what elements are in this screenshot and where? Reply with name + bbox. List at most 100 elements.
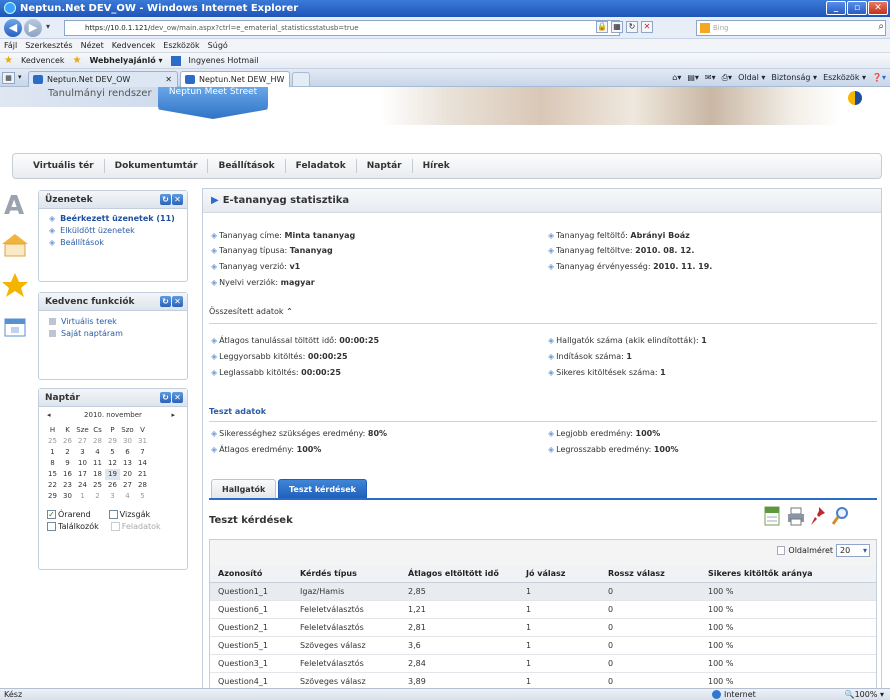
table-row[interactable]: Question3_1 Feleletválasztós 2,84 1 0 10… — [210, 654, 876, 673]
calendar-day[interactable]: 7 — [135, 447, 150, 458]
excel-export-icon[interactable] — [763, 505, 781, 527]
calendar-day[interactable]: 1 — [75, 491, 90, 502]
calendar-day[interactable]: 2 — [90, 491, 105, 502]
calendar-day[interactable]: 4 — [90, 447, 105, 458]
forward-button[interactable]: ▶ — [24, 19, 42, 37]
table-row[interactable]: Question2_1 Feleletválasztós 2,81 1 0 10… — [210, 618, 876, 637]
close-box-icon[interactable]: ✕ — [172, 392, 183, 403]
calendar-day[interactable]: 3 — [75, 447, 90, 458]
calendar-day[interactable]: 1 — [45, 447, 60, 458]
calendar-day[interactable]: 26 — [60, 436, 75, 447]
refresh-box-icon[interactable]: ↻ — [160, 392, 171, 403]
meetings-checkbox[interactable]: Találkozók — [47, 522, 99, 531]
tasks-checkbox[interactable]: Feladatok — [110, 522, 161, 531]
next-month-icon[interactable]: ▸ — [171, 411, 175, 419]
my-calendar-link[interactable]: Saját naptáram — [39, 326, 187, 338]
exams-checkbox[interactable]: Vizsgák — [108, 510, 150, 519]
calendar-day[interactable]: 4 — [120, 491, 135, 502]
menu-file[interactable]: Fájl — [4, 39, 17, 52]
add-favorite-icon[interactable]: ★ — [73, 53, 82, 69]
table-row[interactable]: Question6_1 Feleletválasztós 1,21 1 0 10… — [210, 600, 876, 619]
menu-edit[interactable]: Szerkesztés — [25, 39, 72, 52]
summary-section-toggle[interactable]: Összesített adatok ⌃ — [209, 307, 293, 316]
new-tab-button[interactable] — [292, 72, 310, 86]
compat-view-icon[interactable]: ▦ — [611, 21, 623, 33]
pin-icon[interactable] — [809, 505, 827, 527]
column-header-wrong[interactable]: Rossz válasz — [600, 566, 700, 583]
calendar-day[interactable]: 16 — [60, 469, 75, 480]
nav-virtual-space[interactable]: Virtuális tér — [23, 159, 105, 173]
home-page-icon[interactable] — [0, 232, 30, 257]
column-header-correct[interactable]: Jó válasz — [518, 566, 600, 583]
page-size-select[interactable]: 20 — [836, 544, 870, 557]
calendar-day-today[interactable]: 19 — [105, 469, 120, 480]
tab-test-questions[interactable]: Teszt kérdések — [278, 479, 367, 499]
search-zoom-icon[interactable] — [831, 505, 849, 527]
calendar-day[interactable]: 21 — [135, 469, 150, 480]
calendar-day[interactable]: 10 — [75, 458, 90, 469]
column-header-id[interactable]: Azonosító — [210, 566, 292, 583]
calendar-day[interactable]: 8 — [45, 458, 60, 469]
calendar-day[interactable]: 24 — [75, 480, 90, 491]
close-box-icon[interactable]: ✕ — [172, 296, 183, 307]
font-size-icon[interactable]: A — [0, 190, 30, 221]
column-header-type[interactable]: Kérdés típus — [292, 566, 400, 583]
calendar-day[interactable]: 17 — [75, 469, 90, 480]
sent-link[interactable]: ◈ Elküldött üzenetek — [39, 223, 187, 235]
calendar-day[interactable]: 23 — [60, 480, 75, 491]
print-icon[interactable]: ⎙▾ — [722, 71, 732, 85]
maximize-button[interactable]: ▫ — [847, 1, 867, 15]
help-icon[interactable]: ❓▾ — [872, 71, 886, 85]
fav-hotmail[interactable]: Ingyenes Hotmail — [189, 53, 259, 69]
calendar-day[interactable]: 30 — [120, 436, 135, 447]
table-row[interactable]: Question5_1 Szöveges válasz 3,6 1 0 100 … — [210, 636, 876, 655]
cmd-safety[interactable]: Biztonság ▾ — [771, 71, 817, 85]
stop-icon[interactable]: ✕ — [641, 21, 653, 33]
mail-icon[interactable]: ✉▾ — [705, 71, 716, 85]
calendar-day[interactable]: 28 — [135, 480, 150, 491]
meet-street-button[interactable]: Neptun Meet Street — [158, 87, 268, 119]
calendar-day[interactable]: 27 — [120, 480, 135, 491]
virtual-spaces-link[interactable]: Virtuális terek — [39, 311, 187, 326]
back-button[interactable]: ◀ — [4, 19, 22, 37]
calendar-day[interactable]: 11 — [90, 458, 105, 469]
menu-help[interactable]: Súgó — [208, 39, 228, 52]
message-settings-link[interactable]: ◈ Beállítások — [39, 235, 187, 247]
refresh-box-icon[interactable]: ↻ — [160, 296, 171, 307]
fav-webslice-gallery[interactable]: Webhelyajánló ▾ — [89, 53, 162, 69]
calendar-day[interactable]: 25 — [45, 436, 60, 447]
timetable-checkbox[interactable]: ✓ Órarend — [47, 510, 91, 519]
column-header-avg-time[interactable]: Átlagos eltöltött idő — [400, 566, 518, 583]
calendar-day[interactable]: 28 — [90, 436, 105, 447]
browser-tab-dev-ow[interactable]: Neptun.Net DEV_OW ✕ — [28, 71, 178, 87]
favorites-side-icon[interactable] — [0, 272, 30, 297]
table-row[interactable]: Question1_1 Igaz/Hamis 2,85 1 0 100 % — [210, 582, 876, 601]
favorites-star-icon[interactable]: ★ — [4, 53, 13, 69]
calendar-day[interactable]: 26 — [105, 480, 120, 491]
refresh-box-icon[interactable]: ↻ — [160, 194, 171, 205]
calendar-day[interactable]: 6 — [120, 447, 135, 458]
cmd-tools[interactable]: Eszközök ▾ — [823, 71, 866, 85]
calendar-day[interactable]: 27 — [75, 436, 90, 447]
inbox-link[interactable]: ◈ Beérkezett üzenetek (11) — [39, 209, 187, 223]
security-zone[interactable]: Internet — [712, 689, 756, 700]
cmd-page[interactable]: Oldal ▾ — [738, 71, 765, 85]
lock-icon[interactable]: 🔒 — [596, 21, 608, 33]
favorites-button[interactable]: Kedvencek — [21, 53, 65, 69]
calendar-day[interactable]: 20 — [120, 469, 135, 480]
calendar-day[interactable]: 31 — [135, 436, 150, 447]
tab-students[interactable]: Hallgatók — [211, 479, 277, 499]
calendar-day[interactable]: 18 — [90, 469, 105, 480]
calendar-day[interactable]: 25 — [90, 480, 105, 491]
close-tab-icon[interactable]: ✕ — [165, 72, 172, 87]
history-dropdown-icon[interactable]: ▾ — [46, 22, 50, 31]
nav-settings[interactable]: Beállítások — [208, 159, 286, 173]
calendar-day[interactable]: 5 — [135, 491, 150, 502]
calendar-day[interactable]: 5 — [105, 447, 120, 458]
menu-view[interactable]: Nézet — [81, 39, 104, 52]
search-input[interactable]: Bing — [696, 20, 886, 36]
calendar-day[interactable]: 13 — [120, 458, 135, 469]
refresh-icon[interactable]: ↻ — [626, 21, 638, 33]
close-window-button[interactable]: ✕ — [868, 1, 888, 15]
calendar-day[interactable]: 29 — [105, 436, 120, 447]
